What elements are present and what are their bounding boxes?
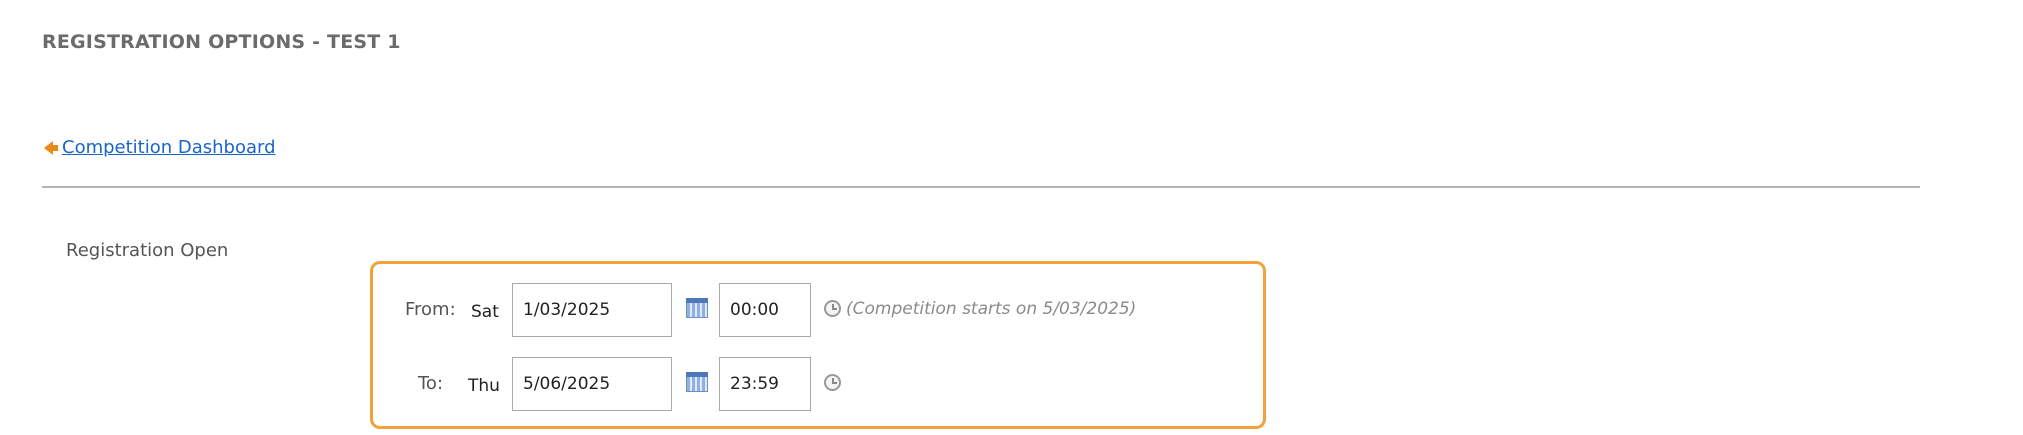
registration-open-label: Registration Open	[66, 240, 229, 261]
to-date-field[interactable]: 5/06/2025	[512, 357, 672, 411]
divider	[42, 186, 1920, 188]
from-date-field[interactable]: 1/03/2025	[512, 283, 672, 337]
back-link-row: Competition Dashboard	[44, 137, 276, 158]
to-label: To:	[418, 373, 444, 394]
from-label: From:	[405, 299, 456, 320]
to-time-field[interactable]: 23:59	[719, 357, 811, 411]
from-row: From: Sat 1/03/2025 00:00 (Competition s…	[373, 283, 1263, 337]
registration-date-range: From: Sat 1/03/2025 00:00 (Competition s…	[370, 261, 1266, 429]
from-time-field[interactable]: 00:00	[719, 283, 811, 337]
to-row: To: Thu 5/06/2025 23:59	[373, 357, 1263, 411]
from-day: Sat	[471, 302, 499, 322]
calendar-icon[interactable]	[686, 372, 708, 392]
page-title: REGISTRATION OPTIONS - TEST 1	[42, 31, 401, 53]
competition-dashboard-link[interactable]: Competition Dashboard	[62, 137, 276, 158]
calendar-icon[interactable]	[686, 298, 708, 318]
arrow-left-icon	[44, 140, 58, 155]
to-day: Thu	[468, 376, 500, 396]
clock-icon[interactable]	[824, 374, 841, 391]
clock-icon[interactable]	[824, 300, 841, 317]
competition-start-note: (Competition starts on 5/03/2025)	[846, 299, 1137, 319]
